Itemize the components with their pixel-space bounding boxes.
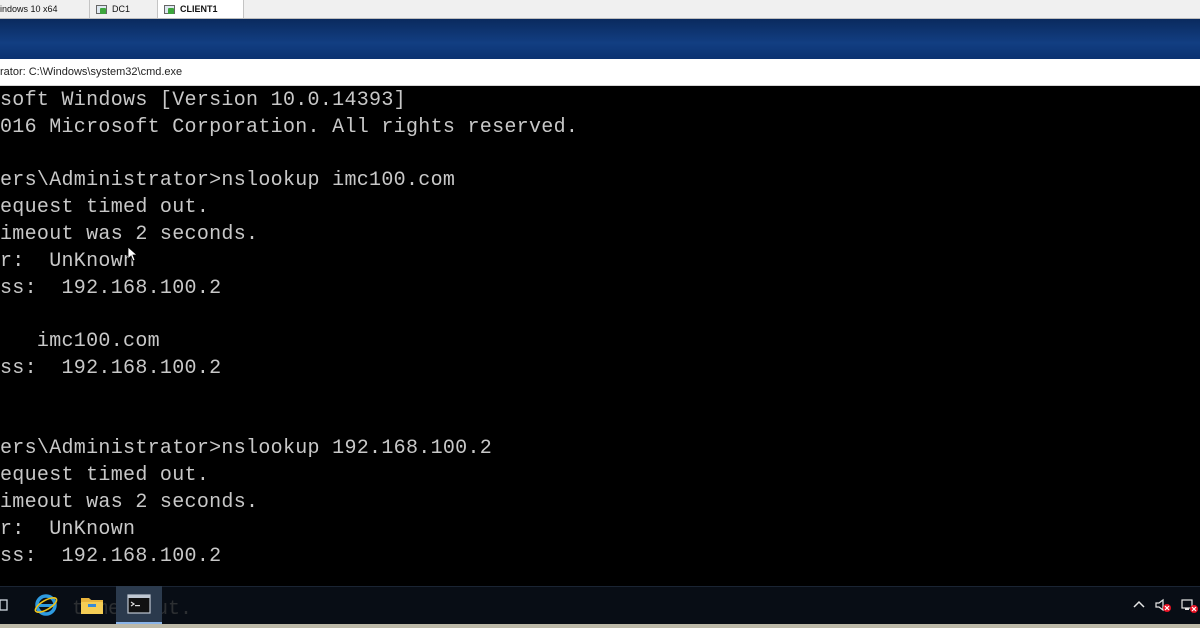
- console-line: equest timed out.: [0, 464, 210, 488]
- mouse-pointer-icon: [127, 246, 137, 262]
- console-line: imc100.com: [0, 330, 160, 354]
- window-title: rator: C:\Windows\system32\cmd.exe: [0, 66, 183, 78]
- console-line: ss: 192.168.100.2: [0, 544, 222, 568]
- vm-tab-strip: indows 10 x64 DC1 CLIENT1: [0, 0, 1200, 19]
- network-icon[interactable]: [1180, 597, 1198, 613]
- ie-icon: [34, 594, 58, 616]
- console-line: ers\Administrator>nslookup 192.168.100.2: [0, 437, 493, 461]
- console-line: 016 Microsoft Corporation. All rights re…: [0, 115, 579, 139]
- desktop-background: [0, 19, 1200, 59]
- console-output[interactable]: soft Windows [Version 10.0.14393] 016 Mic…: [0, 86, 1200, 594]
- console-line: ss: 192.168.100.2: [0, 276, 222, 300]
- screen-bottom-edge: [0, 624, 1200, 628]
- console-line: ss: 192.168.100.2: [0, 357, 222, 380]
- file-explorer-icon: [81, 598, 103, 614]
- vm-tab-label: CLIENT1: [180, 4, 218, 14]
- console-line: imeout was 2 seconds.: [0, 223, 259, 246]
- cmd-icon: [127, 594, 151, 614]
- vm-tab-label: DC1: [112, 4, 131, 14]
- console-line: r: UnKnown: [0, 517, 136, 541]
- console-line: r: UnKnown: [0, 249, 136, 273]
- cmd-taskbar-button[interactable]: [116, 586, 162, 624]
- console-line: ers\Administrator>nslookup imc100.com: [0, 169, 456, 193]
- vm-tab-windows10[interactable]: indows 10 x64: [0, 0, 90, 18]
- file-explorer-taskbar-button[interactable]: [70, 586, 114, 624]
- vm-icon: [164, 4, 175, 15]
- cmd-titlebar[interactable]: rator: C:\Windows\system32\cmd.exe: [0, 59, 1200, 86]
- vm-tab-label: indows 10 x64: [0, 4, 58, 14]
- system-tray: [1132, 592, 1200, 618]
- vm-icon: [96, 4, 107, 15]
- console-line: imeout was 2 seconds.: [0, 491, 259, 514]
- vm-tab-client1[interactable]: CLIENT1: [158, 0, 244, 18]
- chevron-up-icon[interactable]: [1132, 598, 1146, 612]
- speaker-muted-icon[interactable]: [1154, 597, 1172, 613]
- vm-tab-dc1[interactable]: DC1: [90, 0, 158, 18]
- console-line: soft Windows [Version 10.0.14393]: [0, 89, 406, 112]
- taskview-icon[interactable]: [0, 586, 10, 624]
- ie-taskbar-button[interactable]: [24, 586, 68, 624]
- console-line: equest timed out.: [0, 196, 210, 220]
